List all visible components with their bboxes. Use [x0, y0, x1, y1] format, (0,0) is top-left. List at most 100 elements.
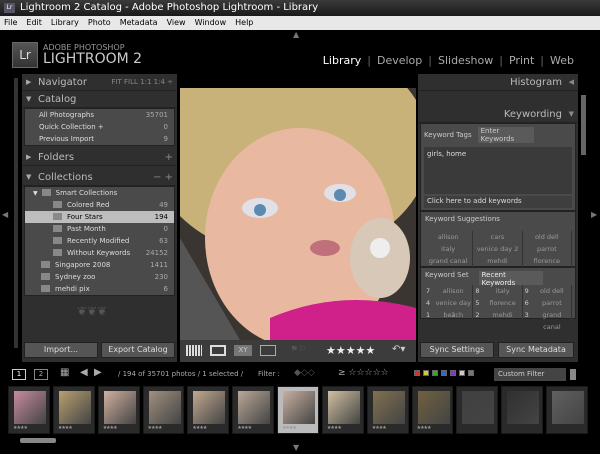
menu-edit[interactable]: Edit	[26, 16, 42, 30]
survey-view-icon[interactable]	[260, 345, 276, 356]
module-web[interactable]: Web	[550, 54, 574, 67]
loupe-view-icon[interactable]	[210, 345, 226, 356]
keyword-suggestion[interactable]: venice day 2	[473, 243, 523, 255]
keyword-set-item[interactable]: 8 italy	[473, 285, 523, 297]
smart-collection-selected[interactable]: Four Stars 194	[25, 211, 174, 223]
keyword-suggestion[interactable]: cars	[473, 231, 523, 243]
keyword-suggestion[interactable]: grand canal	[424, 255, 474, 267]
hide-right-panel-arrow-icon[interactable]: ▶	[591, 210, 597, 219]
compare-view-icon[interactable]: XY	[234, 345, 252, 356]
rating-filter[interactable]: ≥ ☆☆☆☆☆	[338, 368, 389, 378]
collection[interactable]: mehdi pix 6	[25, 283, 174, 295]
color-label-swatch[interactable]	[468, 370, 474, 376]
filmstrip-thumbnail[interactable]: ★★★★	[52, 386, 95, 434]
module-develop[interactable]: Develop	[377, 54, 422, 67]
smart-collection[interactable]: Colored Red 49	[25, 199, 174, 211]
filter-lock-icon[interactable]	[570, 369, 576, 380]
filmstrip-thumbnail[interactable]: ★★★★	[411, 386, 454, 434]
menu-file[interactable]: File	[4, 16, 17, 30]
color-label-swatch[interactable]	[432, 370, 438, 376]
add-remove-collection-icon[interactable]: − +	[153, 169, 173, 186]
color-label-swatch[interactable]	[450, 370, 456, 376]
keyword-set-item[interactable]: 3 grand canal	[523, 309, 572, 331]
keyword-set-item[interactable]: 1 beach	[424, 309, 474, 321]
rotate-menu-icon[interactable]: ↶▾	[392, 344, 405, 355]
keyword-set-item[interactable]: 5 florence	[473, 297, 523, 309]
keyword-tags-mode-select[interactable]: Enter Keywords	[477, 127, 534, 143]
catalog-item[interactable]: Previous Import 9	[25, 133, 174, 145]
add-keywords-input[interactable]: Click here to add keywords	[424, 196, 572, 208]
keyword-suggestion[interactable]: allison	[424, 231, 474, 243]
keyword-suggestion[interactable]: italy	[424, 243, 474, 255]
hide-left-panel-arrow-icon[interactable]: ◀	[2, 210, 8, 219]
filmstrip-thumbnail[interactable]	[546, 386, 588, 434]
catalog-item[interactable]: Quick Collection + 0	[25, 121, 174, 133]
keyword-set-item[interactable]: 9 old dell	[523, 285, 572, 297]
menu-metadata[interactable]: Metadata	[120, 16, 158, 30]
navigator-header[interactable]: ▶ Navigator FIT FILL 1:1 1:4 ÷	[22, 74, 177, 91]
catalog-item[interactable]: All Photographs 35701	[25, 109, 174, 121]
collections-header[interactable]: ▼ Collections − +	[22, 169, 177, 186]
menu-library[interactable]: Library	[51, 16, 79, 30]
add-folder-icon[interactable]: +	[165, 149, 173, 166]
grid-view-icon[interactable]	[186, 345, 202, 356]
color-label-swatch[interactable]	[459, 370, 465, 376]
menu-help[interactable]: Help	[235, 16, 253, 30]
sync-settings-button[interactable]: Sync Settings	[420, 342, 494, 358]
module-print[interactable]: Print	[509, 54, 534, 67]
primary-window-button[interactable]: 1	[12, 369, 26, 380]
histogram-header[interactable]: Histogram ◀	[418, 74, 578, 91]
filmstrip-thumbnail[interactable]: ★★★★	[277, 386, 319, 434]
keyword-suggestion[interactable]: parrot	[523, 243, 572, 255]
folders-header[interactable]: ▶ Folders +	[22, 149, 177, 166]
filmstrip-thumbnail[interactable]: ★★★★	[142, 386, 185, 434]
sync-metadata-button[interactable]: Sync Metadata	[498, 342, 574, 358]
photo-loupe-view[interactable]	[180, 88, 416, 340]
flag-icons[interactable]: ⚑⚐	[290, 345, 306, 355]
filmstrip-thumbnail[interactable]: ★★★★	[232, 386, 275, 434]
filmstrip-thumbnail[interactable]	[501, 386, 544, 434]
menu-view[interactable]: View	[167, 16, 186, 30]
filmstrip-thumbnail[interactable]: ★★★★	[187, 386, 230, 434]
filmstrip-thumbnail[interactable]: ★★★★	[321, 386, 364, 434]
smart-collection[interactable]: Recently Modified 63	[25, 235, 174, 247]
keyword-suggestion[interactable]: florence	[523, 255, 572, 267]
keyword-set-item[interactable]: 7 allison	[424, 285, 474, 297]
flag-filter-icons[interactable]: ◆◇◇	[294, 368, 315, 378]
collection[interactable]: Singapore 2008 1411	[25, 259, 174, 271]
left-panel-scrollbar[interactable]	[14, 78, 18, 348]
catalog-header[interactable]: ▼ Catalog	[22, 91, 177, 108]
smart-collection[interactable]: Without Keywords 24152	[25, 247, 174, 259]
back-arrow-icon[interactable]: ◀	[80, 367, 88, 378]
import-button[interactable]: Import...	[24, 342, 98, 358]
filmstrip-thumbnail[interactable]: ★★★★	[366, 386, 409, 434]
zoom-options[interactable]: FIT FILL 1:1 1:4 ÷	[111, 74, 173, 91]
module-slideshow[interactable]: Slideshow	[438, 54, 493, 67]
keyword-set-item[interactable]: 4 venice day 2	[424, 297, 474, 319]
forward-arrow-icon[interactable]: ▶	[94, 367, 102, 378]
export-catalog-button[interactable]: Export Catalog	[101, 342, 175, 358]
color-label-swatch[interactable]	[423, 370, 429, 376]
keyword-set-item[interactable]: 2 mehdi	[473, 309, 523, 321]
filmstrip-thumbnail[interactable]	[456, 386, 499, 434]
hide-filmstrip-arrow-icon[interactable]: ▼	[293, 443, 299, 452]
menu-photo[interactable]: Photo	[88, 16, 111, 30]
keyword-set-select[interactable]: Recent Keywords	[478, 271, 543, 287]
smart-collection[interactable]: Past Month 0	[25, 223, 174, 235]
keyword-suggestion[interactable]: mehdi	[473, 255, 523, 267]
keywording-header[interactable]: Keywording ▼	[418, 106, 578, 123]
custom-filter-select[interactable]: Custom Filter	[494, 368, 566, 381]
filmstrip-scrollbar[interactable]	[20, 438, 56, 443]
secondary-window-button[interactable]: 2	[34, 369, 48, 380]
color-label-swatch[interactable]	[414, 370, 420, 376]
grid-icon[interactable]: ▦	[60, 367, 69, 378]
menu-window[interactable]: Window	[195, 16, 227, 30]
filmstrip-thumbnail[interactable]: ★★★★	[97, 386, 140, 434]
color-label-swatch[interactable]	[441, 370, 447, 376]
star-rating[interactable]: ★★★★★	[326, 344, 375, 357]
hide-header-arrow-icon[interactable]: ▲	[293, 30, 299, 39]
collection[interactable]: Sydney zoo 230	[25, 271, 174, 283]
keyword-set-item[interactable]: 6 parrot	[523, 297, 572, 309]
module-library[interactable]: Library	[323, 54, 361, 67]
keywords-textarea[interactable]: girls, home	[424, 147, 572, 194]
